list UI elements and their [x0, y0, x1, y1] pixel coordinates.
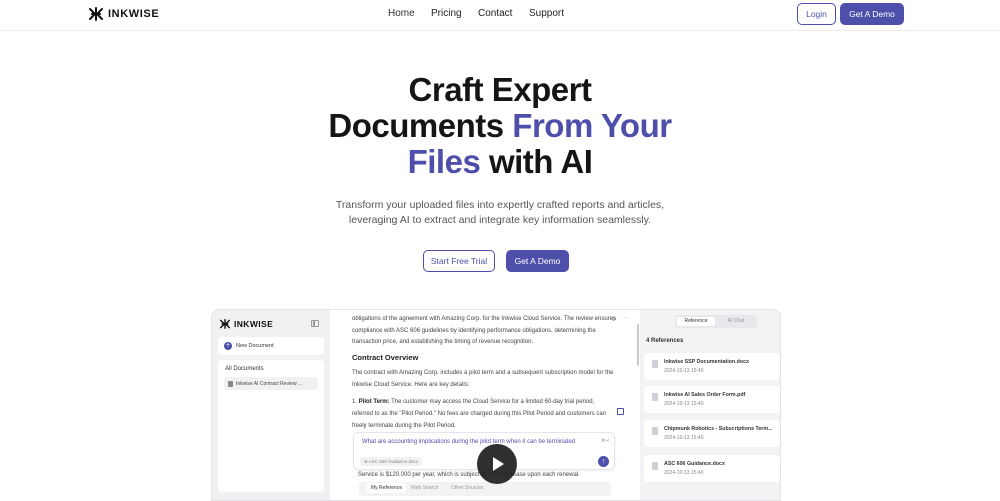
plus-icon: + [224, 342, 232, 350]
underlying-text: Service is $120,000 per year, which is s… [358, 472, 580, 478]
source-tabs: My Reference Web Search Other Sources [359, 482, 611, 496]
tab-my-reference[interactable]: My Reference [367, 483, 407, 493]
hero-subtitle-line1: Transform your uploaded files into exper… [335, 199, 665, 211]
reference-name: Inkwise SSP Documentation.docx [664, 359, 749, 365]
reference-item[interactable]: Inkwise SSP Documentation.docx 2024-10-1… [644, 353, 780, 380]
app-sidebar: INKWISE + New Document All Documents Ink… [212, 310, 330, 500]
list-number: 1. [352, 399, 358, 405]
file-icon [652, 427, 658, 435]
reference-panel: Reference AI Chat 4 References Inkwise S… [640, 310, 780, 500]
play-video-icon[interactable] [477, 444, 517, 484]
hero-subtitle: Transform your uploaded files into exper… [0, 198, 1000, 228]
tab-other-sources[interactable]: Other Sources [451, 485, 483, 491]
tab-ai-chat[interactable]: AI Chat [717, 317, 755, 326]
tab-web-search[interactable]: Web Search [411, 485, 438, 491]
nav-link-support[interactable]: Support [529, 8, 564, 19]
reference-date: 2024-10-13 15:40 [664, 470, 704, 476]
all-documents-panel: All Documents Inkwise AI Contract Review… [218, 360, 324, 492]
document-item-label: Inkwise AI Contract Review ... [236, 380, 303, 387]
inkwise-logo-icon [89, 7, 103, 21]
keyboard-shortcut: ⌘⏎ [601, 438, 610, 443]
get-demo-nav-button[interactable]: Get A Demo [840, 3, 904, 25]
new-document-label: New Document [236, 343, 274, 349]
reference-date: 2024-10-13 15:40 [664, 435, 704, 441]
tab-reference[interactable]: Reference [677, 317, 715, 326]
start-free-trial-button[interactable]: Start Free Trial [423, 250, 495, 272]
hero-title-line2a: Documents [328, 107, 513, 144]
ask-input[interactable]: What are accounting implications during … [362, 439, 575, 445]
document-list-item[interactable]: Inkwise AI Contract Review ... [224, 377, 318, 390]
hero-subtitle-line2: leveraging AI to extract and integrate k… [348, 214, 652, 226]
more-icon[interactable]: ··· [623, 315, 629, 321]
app-brand-logo: INKWISE [220, 319, 273, 329]
app-brand-name: INKWISE [234, 319, 274, 329]
attached-file-name: ASC 606 Guidance.docx [368, 459, 419, 464]
overview-paragraph: The contract with Amazing Corp. includes… [352, 370, 614, 388]
send-arrow-icon[interactable]: ↑ [598, 456, 609, 467]
list-text: The customer may access the Cloud Servic… [352, 399, 607, 429]
new-document-button[interactable]: + New Document [218, 337, 324, 355]
nav-link-home[interactable]: Home [388, 8, 415, 19]
nav-link-contact[interactable]: Contact [478, 8, 512, 19]
hero-title-line2b: From Your [512, 107, 672, 144]
reference-item[interactable]: ASC 606 Guidance.docx 2024-10-13 15:40 [644, 455, 780, 482]
brand-name: INKWISE [108, 8, 160, 20]
all-documents-title: All Documents [225, 366, 264, 372]
hero-title: Craft Expert Documents From Your Files w… [0, 72, 1000, 180]
attached-file-chip[interactable]: ⊕ ASC 606 Guidance.docx [360, 457, 423, 466]
file-icon [652, 360, 658, 368]
file-icon [652, 393, 658, 401]
document-icon [228, 380, 233, 387]
intro-paragraph: obligations of the agreement with Amazin… [352, 316, 617, 345]
scan-icon[interactable] [617, 408, 624, 415]
list-item: 1. Pilot Term: The customer may access t… [352, 396, 607, 432]
scrollbar[interactable] [637, 324, 639, 366]
brand-logo[interactable]: INKWISE [89, 7, 159, 21]
references-count: 4 References [646, 338, 684, 344]
login-button[interactable]: Login [797, 3, 836, 25]
inkwise-logo-icon [220, 319, 230, 329]
top-nav: INKWISE Home Pricing Contact Support Log… [0, 0, 1000, 31]
section-heading: Contract Overview [352, 353, 419, 362]
nav-link-pricing[interactable]: Pricing [431, 8, 462, 19]
hero-title-line3b: with AI [480, 143, 593, 180]
file-icon [652, 462, 658, 470]
get-demo-hero-button[interactable]: Get A Demo [506, 250, 569, 272]
reference-date: 2024-10-13 15:40 [664, 368, 704, 374]
hero-title-line1: Craft Expert [408, 71, 592, 108]
reference-name: Inkwise AI Sales Order Form.pdf [664, 392, 746, 398]
reference-date: 2024-10-13 15:40 [664, 401, 704, 407]
hero-title-line3a: Files [407, 143, 481, 180]
sidebar-collapse-icon[interactable] [311, 320, 319, 327]
reference-name: Chipmunk Robotics - Subscriptions Term..… [664, 426, 773, 432]
reference-item[interactable]: Chipmunk Robotics - Subscriptions Term..… [644, 420, 780, 447]
right-panel-tabs: Reference AI Chat [675, 315, 757, 328]
reference-item[interactable]: Inkwise AI Sales Order Form.pdf 2024-10-… [644, 386, 780, 413]
reference-name: ASC 606 Guidance.docx [664, 461, 725, 467]
list-label: Pilot Term: [358, 399, 390, 405]
